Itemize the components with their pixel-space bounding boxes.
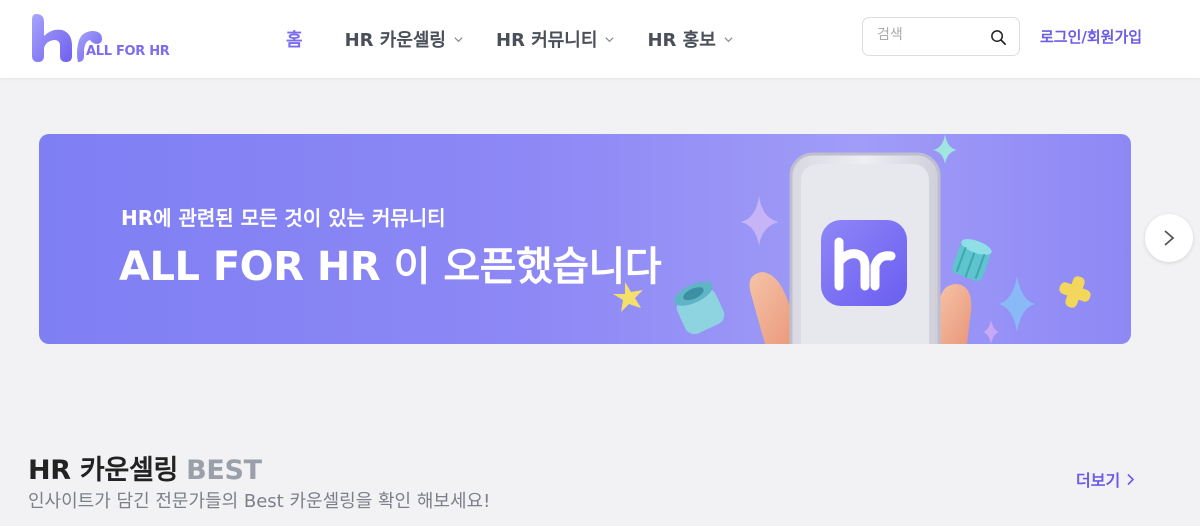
hero-banner[interactable]: HR에 관련된 모든 것이 있는 커뮤니티 ALL FOR HR 이 오픈했습니… — [39, 134, 1131, 344]
chevron-right-icon — [1164, 230, 1175, 246]
nav-item-label: HR 홍보 — [647, 30, 716, 51]
section-subtitle: 인사이트가 담긴 전문가들의 Best 카운셀링을 확인 해보세요! — [28, 491, 491, 512]
banner-next-button[interactable] — [1145, 214, 1193, 262]
nav-item-hr-community[interactable]: HR 커뮤니티 — [496, 26, 615, 52]
site-header: ALL FOR HR 홈 HR 카운셀링 HR 커뮤니티 HR 홍보 로그인/회… — [0, 0, 1200, 78]
chevron-down-icon — [724, 36, 733, 42]
main-nav: 홈 HR 카운셀링 HR 커뮤니티 HR 홍보 — [270, 0, 766, 78]
chevron-right-icon — [1127, 473, 1135, 485]
nav-item-label: HR 카운셀링 — [344, 30, 446, 51]
section-title-badge: BEST — [186, 455, 262, 486]
section-title: HR 카운셀링 BEST — [28, 448, 262, 487]
search-box — [862, 17, 1020, 56]
search-icon[interactable] — [990, 29, 1007, 46]
login-signup-link[interactable]: 로그인/회원가입 — [1040, 26, 1142, 47]
nav-item-home[interactable]: 홈 — [286, 26, 303, 52]
chevron-down-icon — [454, 36, 463, 42]
more-link[interactable]: 더보기 — [1076, 467, 1135, 491]
section-title-text: HR 카운셀링 — [28, 455, 179, 486]
nav-item-label: HR 커뮤니티 — [496, 30, 598, 51]
search-input[interactable] — [877, 27, 987, 43]
nav-item-hr-promotion[interactable]: HR 홍보 — [647, 26, 733, 52]
banner-illustration — [613, 134, 1091, 344]
nav-item-hr-counseling[interactable]: HR 카운셀링 — [345, 26, 464, 52]
nav-item-label: 홈 — [286, 30, 303, 51]
logo-text: ALL FOR HR — [86, 44, 170, 59]
more-label: 더보기 — [1076, 471, 1121, 490]
chevron-down-icon — [605, 36, 615, 42]
logo[interactable]: ALL FOR HR — [28, 10, 170, 66]
